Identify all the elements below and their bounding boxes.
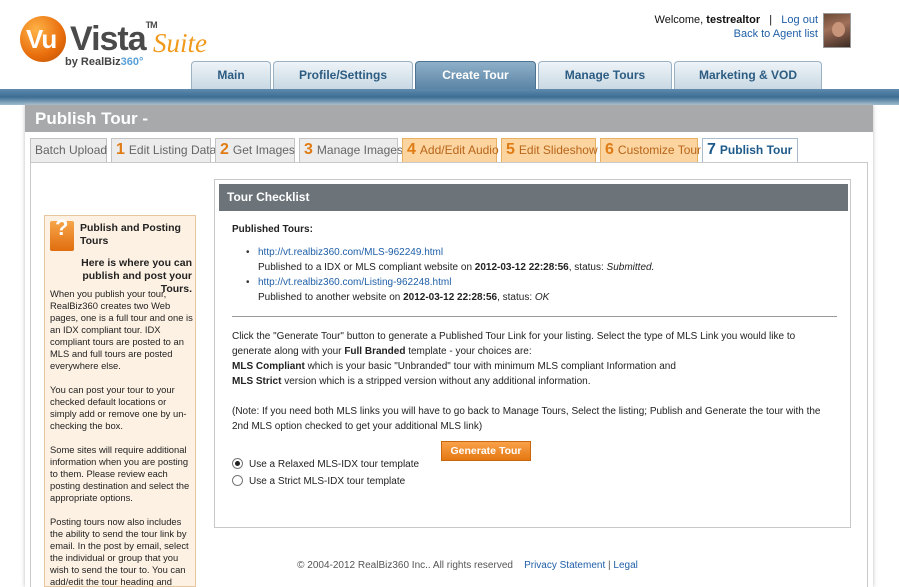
nav-tab-main[interactable]: Main	[191, 61, 271, 89]
help-paragraph: Some sites will require additional infor…	[50, 444, 190, 503]
help-box: ? Publish and Posting Tours Here is wher…	[44, 215, 196, 587]
header-separator: |	[769, 14, 773, 26]
logo-vista: VistaTM	[70, 20, 158, 58]
vuvista-suite-logo[interactable]: Vu VistaTM Suite by RealBiz360°	[20, 12, 220, 74]
nav-tab-manage-tours[interactable]: Manage Tours	[538, 61, 672, 89]
logout-link[interactable]: Log out	[781, 14, 818, 26]
username: testrealtor	[706, 14, 761, 26]
step-edit-slideshow[interactable]: 5 Edit Slideshow	[501, 138, 598, 162]
nav-tab-profile-settings[interactable]: Profile/Settings	[273, 61, 413, 89]
radio-strict-label: Use a Strict MLS-IDX tour template	[249, 476, 406, 487]
step-add-edit-audio[interactable]: 4 Add/Edit Audio	[402, 138, 499, 162]
checklist-heading: Tour Checklist	[219, 184, 848, 211]
help-paragraph: You can post your tour to your checked d…	[50, 384, 187, 431]
instructions-text: Click the "Generate Tour" button to gene…	[232, 331, 796, 387]
step-get-images[interactable]: 2 Get Images	[215, 138, 295, 162]
legal-link[interactable]: Legal	[613, 560, 637, 571]
radio-relaxed-row[interactable]: Use a Relaxed MLS-IDX tour template	[232, 456, 837, 473]
radio-relaxed[interactable]	[232, 457, 243, 469]
radio-strict[interactable]	[232, 474, 243, 486]
step-edit-listing-data[interactable]: 1 Edit Listing Data	[111, 138, 216, 162]
list-item: http://vt.realbiz360.com/Listing-962248.…	[246, 275, 837, 305]
radio-strict-row[interactable]: Use a Strict MLS-IDX tour template	[232, 473, 837, 490]
help-title: Publish and Posting Tours	[80, 222, 181, 247]
tour-status: Submitted.	[606, 262, 655, 273]
help-paragraph: When you publish your tour, RealBiz360 c…	[50, 288, 193, 371]
step-publish-tour[interactable]: 7 Publish Tour	[702, 138, 798, 162]
step-manage-images[interactable]: 3 Manage Images	[299, 138, 403, 162]
generate-tour-button[interactable]: Generate Tour	[441, 441, 531, 461]
footer-separator: |	[608, 560, 611, 571]
step-batch-upload[interactable]: Batch Upload	[30, 138, 107, 162]
page-title: Publish Tour -	[25, 105, 873, 132]
nav-band	[0, 89, 899, 105]
tour-link-mls[interactable]: http://vt.realbiz360.com/MLS-962249.html	[258, 247, 443, 258]
divider	[232, 316, 837, 317]
tour-publish-info: Published to another website on 2012-03-…	[258, 292, 550, 303]
copyright: © 2004-2012 RealBiz360 Inc.. All rights …	[297, 560, 513, 571]
checklist-body: Published Tours: http://vt.realbiz360.co…	[232, 222, 837, 490]
back-to-agent-list-link[interactable]: Back to Agent list	[734, 28, 818, 40]
logo-vu: Vu	[26, 24, 57, 54]
tour-checklist: Tour Checklist Published Tours: http://v…	[214, 179, 851, 528]
tour-publish-info: Published to a IDX or MLS compliant webs…	[258, 262, 655, 273]
top-header: Vu VistaTM Suite by RealBiz360° Welcome,…	[0, 0, 899, 92]
list-item: http://vt.realbiz360.com/MLS-962249.html…	[246, 245, 837, 275]
help-paragraph: Posting tours now also includes the abil…	[50, 516, 189, 587]
published-tours-label: Published Tours:	[232, 224, 313, 235]
tour-status: OK	[534, 292, 550, 303]
question-icon: ?	[50, 217, 74, 251]
help-paragraphs: When you publish your tour, RealBiz360 c…	[50, 288, 193, 587]
radio-relaxed-label: Use a Relaxed MLS-IDX tour template	[249, 459, 420, 470]
template-radio-group: Use a Relaxed MLS-IDX tour template Use …	[232, 456, 837, 490]
logo-byline: by RealBiz360°	[65, 56, 144, 68]
published-tours-list: http://vt.realbiz360.com/MLS-962249.html…	[246, 245, 837, 305]
tour-link-listing[interactable]: http://vt.realbiz360.com/Listing-962248.…	[258, 277, 451, 288]
logo-suite: Suite	[153, 28, 207, 58]
footer: © 2004-2012 RealBiz360 Inc.. All rights …	[0, 560, 899, 571]
step-customize-tour[interactable]: 6 Customize Tour	[600, 138, 701, 162]
nav-tab-marketing-vod[interactable]: Marketing & VOD	[674, 61, 822, 89]
privacy-statement-link[interactable]: Privacy Statement	[524, 560, 605, 571]
nav-tab-create-tour[interactable]: Create Tour	[415, 61, 536, 89]
welcome-prefix: Welcome,	[654, 14, 704, 26]
note-text: (Note: If you need both MLS links you wi…	[232, 406, 821, 432]
avatar	[823, 13, 851, 48]
content-panel: Publish Tour - Batch Upload 1 Edit Listin…	[25, 105, 873, 587]
welcome-block: Welcome, testrealtor | Log out Back to A…	[655, 13, 818, 41]
